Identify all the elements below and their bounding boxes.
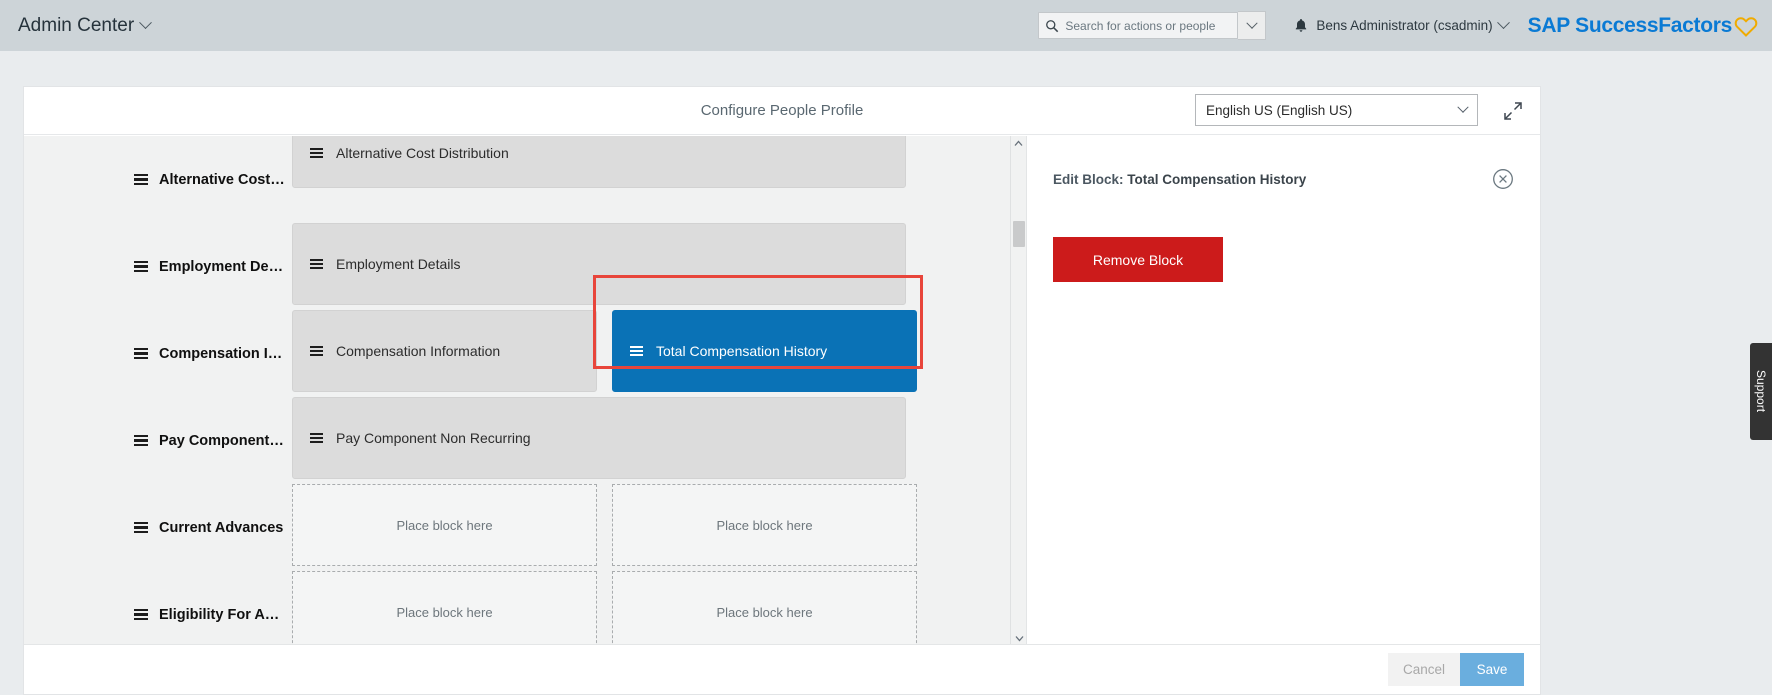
table-row: Compensation I… Compensation Information… (24, 310, 1026, 397)
hamburger-drag-handle-icon[interactable] (630, 345, 643, 357)
row-cells-5: Place block here Place block here (292, 571, 917, 646)
configure-people-profile-card: Configure People Profile English US (Eng… (23, 86, 1541, 695)
global-header: Admin Center Bens Administrator (csadmin… (0, 0, 1772, 51)
block-employment-details[interactable]: Employment Details (292, 223, 906, 305)
table-row: Alternative Cost… Alternative Cost Distr… (24, 136, 1026, 223)
row-label-text: Compensation I… (159, 345, 283, 362)
hamburger-drag-handle-icon[interactable] (310, 345, 323, 357)
hamburger-drag-handle-icon[interactable] (134, 434, 148, 447)
block-label: Compensation Information (336, 343, 501, 359)
dropzone-place-block-right[interactable]: Place block here (612, 571, 917, 646)
cancel-button[interactable]: Cancel (1388, 653, 1460, 686)
scrollbar-thumb[interactable] (1013, 221, 1025, 247)
table-row: Eligibility For A… Place block here Plac… (24, 571, 1026, 646)
hamburger-drag-handle-icon[interactable] (310, 258, 323, 270)
edit-block-panel: Edit Block: Total Compensation History R… (1026, 136, 1540, 646)
search-icon (1045, 19, 1059, 33)
dropzone-place-block-right[interactable]: Place block here (612, 484, 917, 566)
heart-icon (1734, 16, 1758, 37)
content-area: Configure People Profile English US (Eng… (0, 51, 1772, 695)
row-cells-0: Alternative Cost Distribution (292, 136, 906, 188)
search-dropdown-button[interactable] (1238, 11, 1267, 40)
user-menu[interactable]: Bens Administrator (csadmin) (1316, 16, 1510, 33)
header-right-cluster: Bens Administrator (csadmin) SAP Success… (1038, 0, 1772, 51)
dropzone-place-block-left[interactable]: Place block here (292, 571, 597, 646)
hamburger-drag-handle-icon[interactable] (310, 432, 323, 444)
block-alternative-cost-distribution[interactable]: Alternative Cost Distribution (292, 136, 906, 188)
edit-block-name: Total Compensation History (1127, 172, 1307, 187)
row-label-5[interactable]: Eligibility For A… (24, 607, 292, 623)
support-tab[interactable]: Support (1750, 343, 1772, 440)
row-label-text: Eligibility For A… (159, 606, 280, 623)
table-row: Pay Component… Pay Component Non Recurri… (24, 397, 1026, 484)
row-cells-1: Employment Details (292, 223, 906, 305)
row-label-0[interactable]: Alternative Cost… (24, 172, 292, 188)
row-label-2[interactable]: Compensation I… (24, 346, 292, 362)
block-label: Pay Component Non Recurring (336, 430, 531, 446)
hamburger-drag-handle-icon[interactable] (134, 173, 148, 186)
chevron-down-icon (1246, 17, 1258, 29)
row-label-1[interactable]: Employment De… (24, 259, 292, 275)
user-name-label: Bens Administrator (csadmin) (1316, 18, 1493, 33)
block-total-compensation-history[interactable]: Total Compensation History (612, 310, 917, 392)
page-titlebar: Configure People Profile English US (Eng… (24, 87, 1540, 135)
chevron-down-icon (1457, 101, 1469, 113)
dropzone-label: Place block here (716, 517, 813, 533)
blocks-canvas: Alternative Cost… Alternative Cost Distr… (24, 136, 1026, 646)
save-button[interactable]: Save (1460, 653, 1524, 686)
edit-block-title: Edit Block: Total Compensation History (1053, 172, 1306, 187)
admin-center-menu[interactable]: Admin Center (18, 14, 153, 37)
footer-actions: Cancel Save (24, 644, 1540, 694)
hamburger-drag-handle-icon[interactable] (134, 347, 148, 360)
hamburger-drag-handle-icon[interactable] (134, 521, 148, 534)
block-label: Alternative Cost Distribution (336, 145, 509, 161)
row-label-4[interactable]: Current Advances (24, 520, 292, 536)
row-label-text: Employment De… (159, 258, 284, 275)
sap-successfactors-logo: SAP SuccessFactors (1528, 14, 1758, 38)
remove-block-button[interactable]: Remove Block (1053, 237, 1223, 282)
language-select[interactable]: English US (English US) (1195, 94, 1478, 126)
block-label: Total Compensation History (656, 343, 828, 359)
dropzone-label: Place block here (396, 604, 493, 620)
search-box[interactable] (1038, 12, 1239, 39)
hamburger-drag-handle-icon[interactable] (310, 147, 323, 159)
close-panel-button[interactable] (1492, 168, 1514, 190)
block-label: Employment Details (336, 256, 461, 272)
bell-icon[interactable] (1294, 18, 1308, 33)
profile-builder: Alternative Cost… Alternative Cost Distr… (24, 136, 1540, 646)
block-pay-component-non-recurring[interactable]: Pay Component Non Recurring (292, 397, 906, 479)
table-row: Current Advances Place block here Place … (24, 484, 1026, 571)
chevron-down-icon (139, 16, 153, 30)
canvas-scrollbar[interactable] (1010, 136, 1026, 646)
hamburger-drag-handle-icon[interactable] (134, 608, 148, 621)
dropzone-label: Place block here (396, 517, 493, 533)
scrollbar-up-arrow[interactable] (1011, 136, 1026, 151)
chevron-down-icon (1496, 16, 1510, 30)
row-label-text: Current Advances (159, 519, 284, 536)
support-tab-label: Support (1754, 370, 1768, 413)
row-label-text: Alternative Cost… (159, 171, 285, 188)
edit-block-prefix: Edit Block: (1053, 172, 1124, 187)
expand-fullscreen-icon (1504, 102, 1522, 120)
row-cells-4: Place block here Place block here (292, 484, 917, 566)
hamburger-drag-handle-icon[interactable] (134, 260, 148, 273)
row-label-3[interactable]: Pay Component… (24, 433, 292, 449)
row-cells-3: Pay Component Non Recurring (292, 397, 906, 479)
row-label-text: Pay Component… (159, 432, 284, 449)
close-circle-icon (1493, 169, 1513, 189)
search-input[interactable] (1063, 17, 1232, 34)
expand-fullscreen-button[interactable] (1500, 98, 1526, 124)
logo-text: SAP SuccessFactors (1527, 13, 1733, 37)
dropzone-place-block-left[interactable]: Place block here (292, 484, 597, 566)
dropzone-label: Place block here (716, 604, 813, 620)
language-select-value: English US (English US) (1206, 102, 1353, 118)
table-row: Employment De… Employment Details (24, 223, 1026, 310)
block-compensation-information[interactable]: Compensation Information (292, 310, 597, 392)
blocks-rows: Alternative Cost… Alternative Cost Distr… (24, 136, 1026, 646)
admin-center-label: Admin Center (18, 14, 135, 36)
row-cells-2: Compensation Information Total Compensat… (292, 310, 917, 392)
